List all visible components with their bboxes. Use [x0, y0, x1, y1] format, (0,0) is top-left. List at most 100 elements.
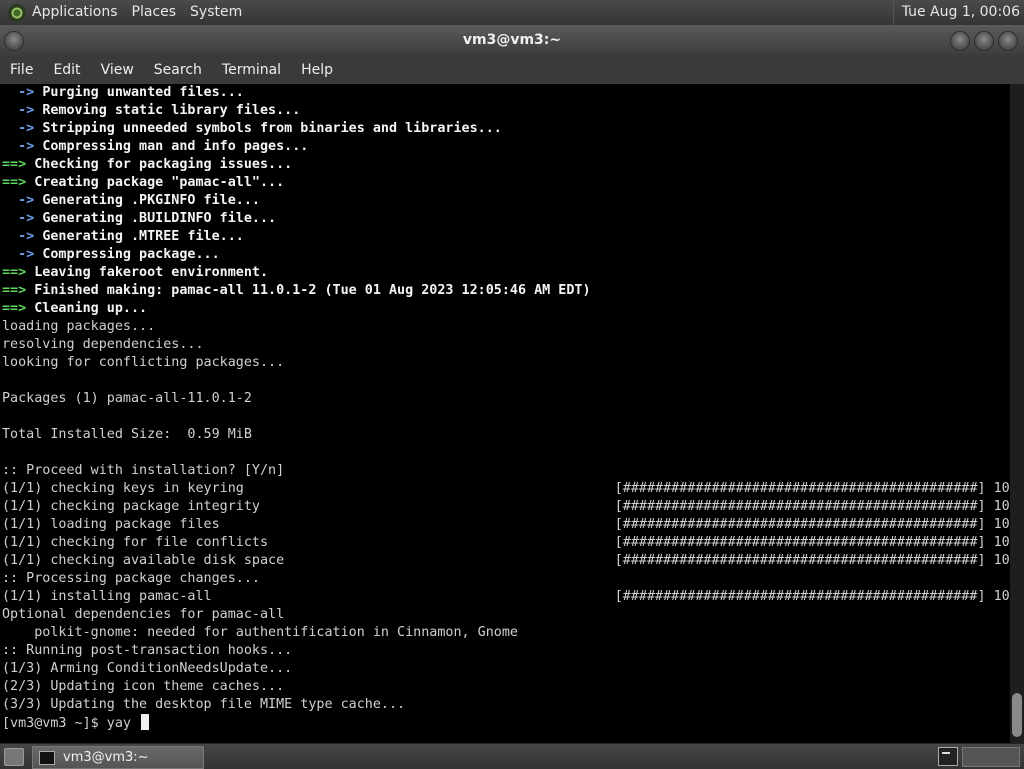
line-padding	[268, 535, 615, 550]
line-prefix: ->	[2, 193, 43, 208]
window-menu-icon[interactable]	[4, 31, 24, 51]
terminal-line: looking for conflicting packages...	[2, 355, 284, 370]
terminal-line: loading packages...	[2, 319, 155, 334]
window-menubar: File Edit View Search Terminal Help	[0, 55, 1024, 84]
line-text: (1/1) checking for file conflicts	[2, 535, 269, 550]
line-text: loading packages...	[2, 319, 156, 334]
minimize-icon[interactable]	[950, 31, 970, 51]
line-prefix: ->	[2, 229, 43, 244]
line-prefix: ==>	[2, 283, 35, 298]
terminal-line: (1/1) loading package files [###########…	[2, 517, 1010, 532]
terminal-line: (1/1) checking package integrity [######…	[2, 499, 1010, 514]
menu-view[interactable]: View	[91, 62, 144, 78]
line-text: Checking for packaging issues...	[34, 157, 293, 172]
line-text: (1/1) checking available disk space	[2, 553, 285, 568]
terminal-line: -> Compressing man and info pages...	[2, 139, 308, 154]
terminal-window: vm3@vm3:~ File Edit View Search Terminal…	[0, 25, 1024, 743]
terminal-line: -> Generating .MTREE file...	[2, 229, 244, 244]
maximize-icon[interactable]	[974, 31, 994, 51]
line-text: Purging unwanted files...	[42, 85, 244, 100]
terminal-line: (1/3) Arming ConditionNeedsUpdate...	[2, 661, 292, 676]
menu-applications[interactable]: Applications	[32, 0, 118, 25]
terminal-line: ==> Creating package "pamac-all"...	[2, 175, 284, 190]
tray-terminal-icon[interactable]	[938, 747, 958, 766]
line-text: Cleaning up...	[34, 301, 148, 316]
line-prefix: ->	[2, 121, 43, 136]
line-text: (1/1) loading package files	[2, 517, 220, 532]
scrollbar-thumb[interactable]	[1012, 693, 1022, 737]
terminal-line: :: Proceed with installation? [Y/n]	[2, 463, 284, 478]
line-padding	[212, 589, 615, 604]
terminal-line: resolving dependencies...	[2, 337, 204, 352]
taskbar-item-label: vm3@vm3:~	[63, 750, 149, 765]
window-titlebar[interactable]: vm3@vm3:~	[0, 25, 1024, 55]
line-text: looking for conflicting packages...	[2, 355, 285, 370]
line-text: Generating .BUILDINFO file...	[42, 211, 277, 226]
line-prefix: ->	[2, 211, 43, 226]
line-text: (1/1) installing pamac-all	[2, 589, 212, 604]
terminal-line: :: Running post-transaction hooks...	[2, 643, 292, 658]
terminal-scrollbar[interactable]	[1010, 84, 1024, 743]
shell-prompt[interactable]: [vm3@vm3 ~]$ yay	[2, 716, 139, 731]
terminal-text[interactable]: -> Purging unwanted files... -> Removing…	[0, 84, 1010, 733]
distro-logo-icon[interactable]	[8, 3, 26, 22]
taskbar-item-terminal[interactable]: vm3@vm3:~	[32, 746, 204, 769]
line-text: :: Proceed with installation? [Y/n]	[2, 463, 285, 478]
line-prefix: ==>	[2, 301, 35, 316]
line-text: Finished making: pamac-all 11.0.1-2 (Tue…	[34, 283, 591, 298]
progress-bar-text: [#######################################…	[614, 481, 1010, 496]
line-text: resolving dependencies...	[2, 337, 204, 352]
line-text: (1/1) checking keys in keyring	[2, 481, 244, 496]
menu-search[interactable]: Search	[144, 62, 212, 78]
menu-help[interactable]: Help	[291, 62, 343, 78]
line-text: Generating .PKGINFO file...	[42, 193, 260, 208]
line-text: Creating package "pamac-all"...	[34, 175, 285, 190]
terminal-output[interactable]: -> Purging unwanted files... -> Removing…	[0, 84, 1010, 743]
terminal-line: ==> Cleaning up...	[2, 301, 147, 316]
show-desktop-icon[interactable]	[4, 748, 24, 766]
line-text: :: Processing package changes...	[2, 571, 260, 586]
line-prefix: ->	[2, 139, 43, 154]
workspace-switcher[interactable]	[962, 747, 1020, 767]
line-text: Removing static library files...	[42, 103, 301, 118]
bottom-taskbar: vm3@vm3:~	[0, 743, 1024, 769]
line-prefix: ==>	[2, 175, 35, 190]
terminal-line: (1/1) checking available disk space [###…	[2, 553, 1010, 568]
menu-file[interactable]: File	[0, 62, 43, 78]
progress-bar-text: [#######################################…	[614, 553, 1010, 568]
line-text: (3/3) Updating the desktop file MIME typ…	[2, 697, 406, 712]
progress-bar-text: [#######################################…	[614, 517, 1010, 532]
line-text: polkit-gnome: needed for authentificatio…	[2, 625, 518, 640]
terminal-line: -> Purging unwanted files...	[2, 85, 244, 100]
line-text: Leaving fakeroot environment.	[34, 265, 269, 280]
terminal-line: ==> Finished making: pamac-all 11.0.1-2 …	[2, 283, 591, 298]
menu-edit[interactable]: Edit	[43, 62, 90, 78]
line-text: Stripping unneeded symbols from binaries…	[42, 121, 502, 136]
terminal-line: -> Generating .PKGINFO file...	[2, 193, 260, 208]
line-prefix: ->	[2, 103, 43, 118]
menu-places[interactable]: Places	[132, 0, 177, 25]
terminal-line: ==> Checking for packaging issues...	[2, 157, 292, 172]
menu-terminal[interactable]: Terminal	[212, 62, 291, 78]
line-text: Generating .MTREE file...	[42, 229, 244, 244]
terminal-line: -> Removing static library files...	[2, 103, 300, 118]
line-prefix: ==>	[2, 157, 35, 172]
terminal-line: -> Compressing package...	[2, 247, 220, 262]
terminal-line: (1/1) checking keys in keyring [########…	[2, 481, 1010, 496]
terminal-line: -> Stripping unneeded symbols from binar…	[2, 121, 502, 136]
top-panel: Applications Places System Tue Aug 1, 00…	[0, 0, 1024, 26]
terminal-line: :: Processing package changes...	[2, 571, 260, 586]
terminal-line: Total Installed Size: 0.59 MiB	[2, 427, 252, 442]
line-text: Compressing man and info pages...	[42, 139, 309, 154]
line-text: :: Running post-transaction hooks...	[2, 643, 293, 658]
clock[interactable]: Tue Aug 1, 00:06	[892, 0, 1024, 25]
line-prefix: ->	[2, 85, 43, 100]
close-icon[interactable]	[998, 31, 1018, 51]
line-text: Total Installed Size: 0.59 MiB	[2, 427, 252, 442]
terminal-line: Packages (1) pamac-all-11.0.1-2	[2, 391, 252, 406]
line-prefix: ->	[2, 247, 43, 262]
terminal-line: ==> Leaving fakeroot environment.	[2, 265, 268, 280]
menu-system[interactable]: System	[190, 0, 242, 25]
terminal-line: polkit-gnome: needed for authentificatio…	[2, 625, 518, 640]
terminal-line: Optional dependencies for pamac-all	[2, 607, 284, 622]
